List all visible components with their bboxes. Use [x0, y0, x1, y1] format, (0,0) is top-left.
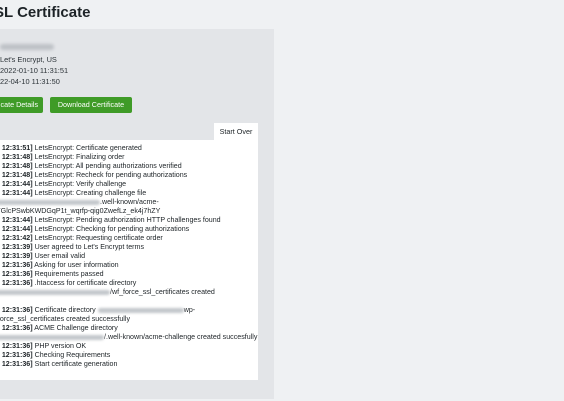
log-line: 10 12:31:48] LetsEncrypt: All pending au…: [0, 162, 182, 170]
log-line: 10 12:31:44] LetsEncrypt: Creating chall…: [0, 189, 147, 197]
log-line: 10 12:31:42] LetsEncrypt: Requesting cer…: [0, 234, 163, 242]
log-line: /.well-known/acme-challenge created succ…: [0, 333, 257, 342]
log-line: 10 12:31:48] LetsEncrypt: Finalizing ord…: [0, 153, 125, 161]
log-line: 10 12:31:36] ACME Challenge directory: [0, 324, 118, 332]
log-line: 10 12:31:39] User agreed to Let's Encryp…: [0, 243, 144, 251]
log-line: 10 12:31:36] .htaccess for certificate d…: [0, 279, 137, 287]
log-line: 10 12:31:51] LetsEncrypt: Certificate ge…: [0, 144, 142, 152]
log-line: 10 12:31:36] Requirements passed: [0, 270, 104, 278]
valid-from-value: 2022-01-10 11:31:51: [0, 66, 69, 75]
redacted-domain: [0, 44, 54, 50]
log-line: /wf_force_ssl_certificates created: [0, 288, 215, 297]
log-line: 10 12:31:39] User email valid: [0, 252, 86, 260]
log-line: 10 12:31:44] LetsEncrypt: Verify challen…: [0, 180, 127, 188]
issuer-value: Let's Encrypt, US: [0, 55, 57, 64]
log-line: 10 12:31:36] Checking Requirements: [0, 351, 111, 359]
log-line: 10 12:31:44] LetsEncrypt: Checking for p…: [0, 225, 190, 233]
log-line: 10 12:31:36] PHP version OK: [0, 342, 87, 350]
start-over-button[interactable]: Start Over: [214, 123, 258, 140]
log-box: 10 12:31:51] LetsEncrypt: Certificate ge…: [0, 140, 258, 380]
download-certificate-button[interactable]: Download Certificate: [50, 97, 132, 113]
log-line: /_force_ssl_certificates created success…: [0, 315, 130, 323]
log-line: 10 12:31:36] Certificate directory wp-: [0, 306, 196, 314]
valid-to-value: 22-04-10 11:31:50: [0, 77, 60, 86]
log-line: 10 12:31:36] Asking for user information: [0, 261, 119, 269]
page-title: SL Certificate: [0, 4, 91, 21]
redacted-path: [0, 334, 104, 340]
log-line: 9YGlcPSwbKWDGqP1t_wqrfp-qig0ZwefLz_ek4j7…: [0, 207, 161, 215]
log-line: 10 12:31:44] LetsEncrypt: Pending author…: [0, 216, 221, 224]
log-line: 10 12:31:48] LetsEncrypt: Recheck for pe…: [0, 171, 188, 179]
certificate-details-button[interactable]: ficate Details: [0, 97, 43, 113]
redacted-path: [0, 199, 100, 205]
redacted-path: [0, 289, 110, 295]
redacted-path: [97, 307, 184, 313]
log-line: .well-known/acme-: [0, 198, 159, 207]
log-line: 10 12:31:36] Start certificate generatio…: [0, 360, 118, 368]
